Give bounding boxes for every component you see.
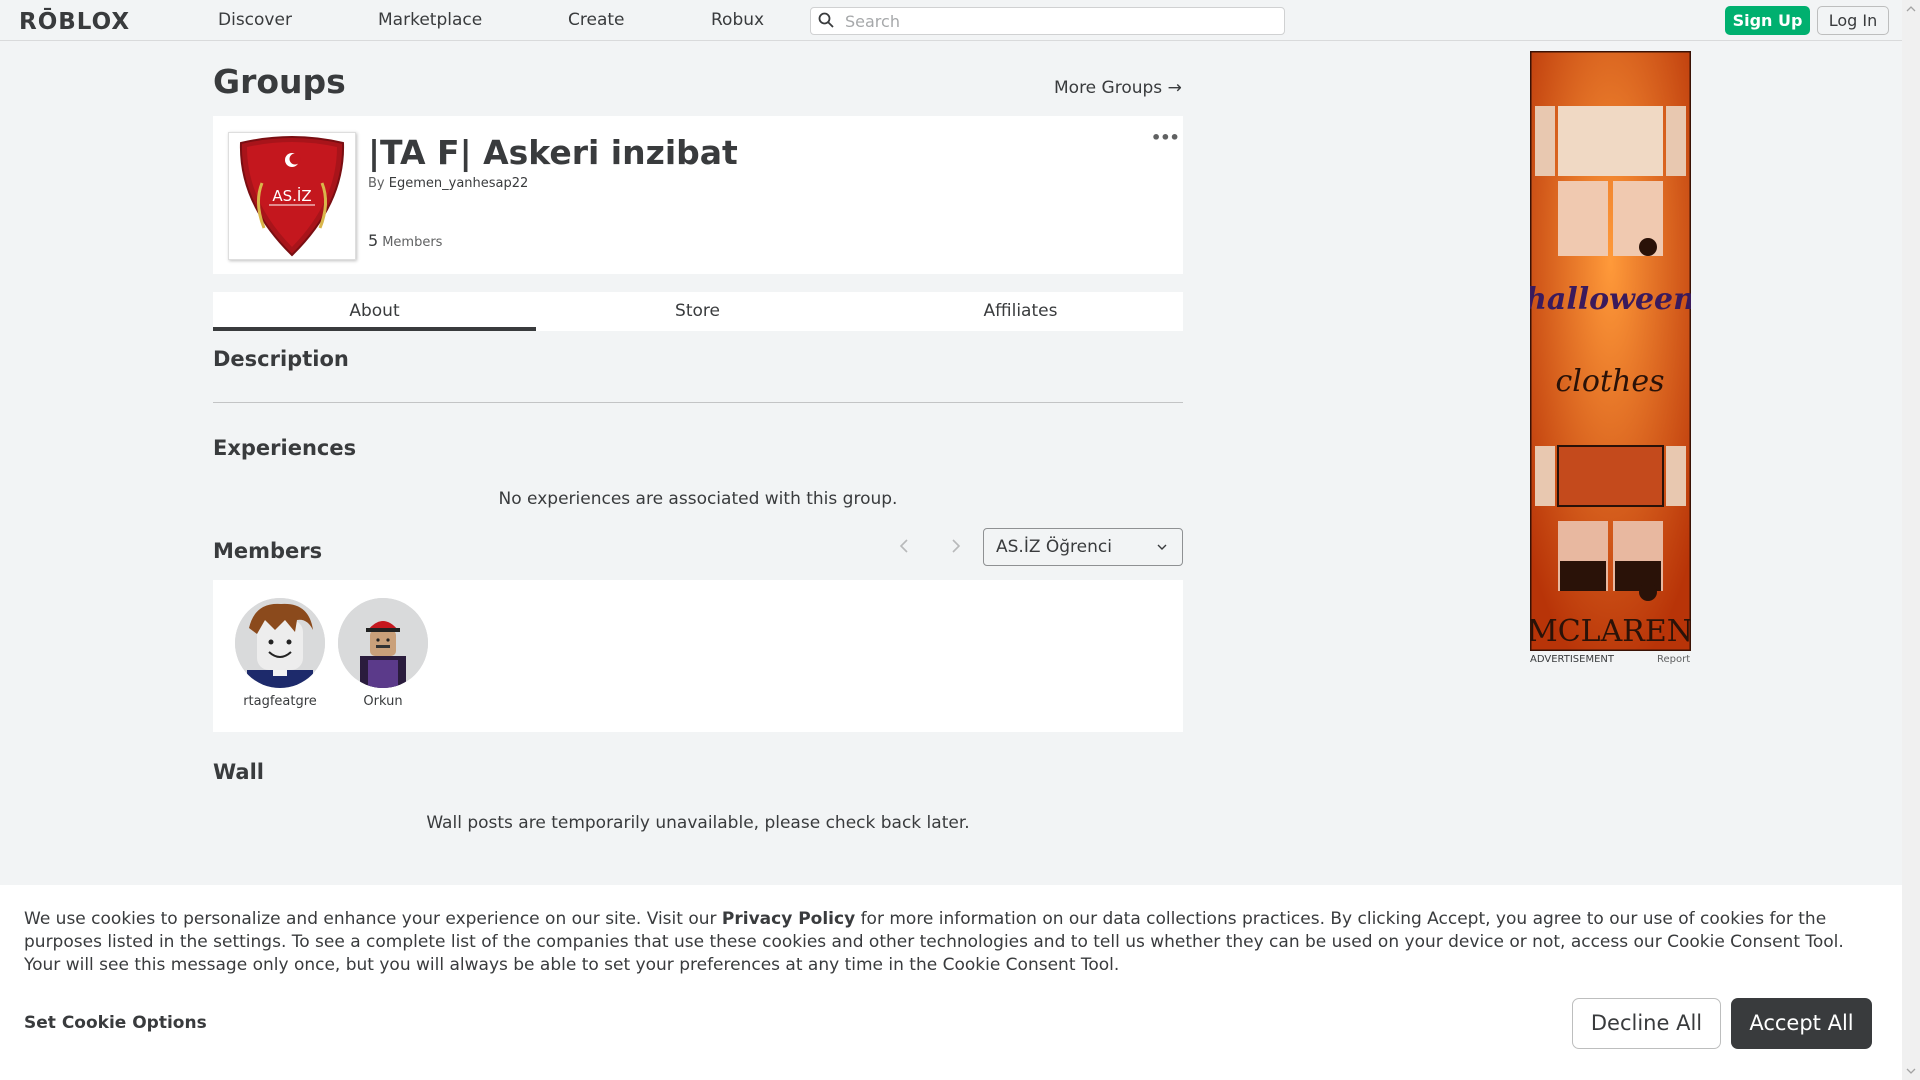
role-dropdown[interactable]: AS.İZ Öğrenci xyxy=(983,528,1183,566)
tab-about[interactable]: About xyxy=(213,292,536,331)
chevron-left-icon[interactable] xyxy=(898,538,910,554)
nav-marketplace[interactable]: Marketplace xyxy=(378,10,482,30)
decline-all-button[interactable]: Decline All xyxy=(1572,998,1721,1049)
by-label: By xyxy=(368,176,385,191)
advertisement-banner[interactable]: halloween clothes MCLAREN xyxy=(1530,51,1691,651)
search-input[interactable] xyxy=(843,10,1267,32)
group-emblem-shield-icon: AS.İZ xyxy=(239,136,345,257)
search-icon xyxy=(818,12,834,28)
experiences-empty-message: No experiences are associated with this … xyxy=(498,489,898,509)
tab-affiliates[interactable]: Affiliates xyxy=(859,292,1182,331)
group-header-card: AS.İZ |TA F| Askeri inzibat By Egemen_ya… xyxy=(213,116,1183,274)
member-count-value: 5 xyxy=(368,231,379,250)
nav-robux[interactable]: Robux xyxy=(711,10,764,30)
group-owner-row: By Egemen_yanhesap22 xyxy=(368,176,528,191)
cookie-message: We use cookies to personalize and enhanc… xyxy=(24,908,1884,977)
description-heading: Description xyxy=(213,347,349,371)
halloween-clothes-ad-image: halloween clothes MCLAREN xyxy=(1530,51,1691,651)
group-tabs: About Store Affiliates xyxy=(213,292,1183,331)
experiences-heading: Experiences xyxy=(213,436,357,460)
avatar-red-cap-icon[interactable] xyxy=(338,598,428,688)
tab-store[interactable]: Store xyxy=(536,292,859,331)
member-card[interactable]: rtagfeatgre xyxy=(230,598,330,709)
set-cookie-options-link[interactable]: Set Cookie Options xyxy=(24,1013,207,1033)
privacy-policy-link[interactable]: Privacy Policy xyxy=(722,909,855,929)
avatar-brown-hair-icon[interactable] xyxy=(235,598,325,688)
emblem-text: AS.İZ xyxy=(272,186,311,205)
ad-text-halloween: halloween xyxy=(1530,282,1691,317)
nav-discover[interactable]: Discover xyxy=(218,10,292,30)
wall-unavailable-message: Wall posts are temporarily unavailable, … xyxy=(426,813,970,833)
ad-text-clothes: clothes xyxy=(1556,364,1665,399)
chevron-down-icon xyxy=(1157,544,1167,550)
group-member-count: 5 Members xyxy=(368,231,442,250)
member-name[interactable]: rtagfeatgre xyxy=(230,694,330,709)
ad-report-link[interactable]: Report xyxy=(1657,654,1690,665)
member-count-label: Members xyxy=(382,235,443,250)
members-panel: rtagfeatgre Orkun xyxy=(213,580,1183,732)
top-navigation-bar: RŌBLOX Discover Marketplace Create Robux… xyxy=(0,0,1902,41)
nav-create[interactable]: Create xyxy=(568,10,625,30)
page-title: Groups xyxy=(213,62,346,101)
description-divider xyxy=(213,402,1183,403)
more-groups-link[interactable]: More Groups → xyxy=(1054,78,1182,98)
signup-button[interactable]: Sign Up xyxy=(1725,6,1810,35)
accept-all-button[interactable]: Accept All xyxy=(1731,998,1872,1049)
group-name: |TA F| Askeri inzibat xyxy=(368,133,738,172)
scroll-up-arrow-icon[interactable] xyxy=(1902,2,1920,16)
members-heading: Members xyxy=(213,539,323,563)
wall-heading: Wall xyxy=(213,760,264,784)
member-name[interactable]: Orkun xyxy=(333,694,433,709)
more-options-icon[interactable]: ••• xyxy=(1151,128,1180,147)
group-owner-link[interactable]: Egemen_yanhesap22 xyxy=(389,176,529,191)
member-card[interactable]: Orkun xyxy=(333,598,433,709)
cookie-text-part: We use cookies to personalize and enhanc… xyxy=(24,909,722,929)
roblox-logo[interactable]: RŌBLOX xyxy=(19,9,130,35)
role-dropdown-value: AS.İZ Öğrenci xyxy=(996,537,1112,557)
search-box xyxy=(810,7,1285,35)
ad-text-mclaren: MCLAREN xyxy=(1530,614,1691,649)
login-button[interactable]: Log In xyxy=(1817,6,1889,35)
cookie-consent-banner: We use cookies to personalize and enhanc… xyxy=(0,885,1902,1080)
page-scrollbar[interactable] xyxy=(1902,0,1920,1080)
group-emblem[interactable]: AS.İZ xyxy=(228,132,356,260)
scroll-down-arrow-icon[interactable] xyxy=(1902,1064,1920,1078)
advertisement-label: ADVERTISEMENT xyxy=(1530,654,1615,665)
chevron-right-icon[interactable] xyxy=(950,538,962,554)
